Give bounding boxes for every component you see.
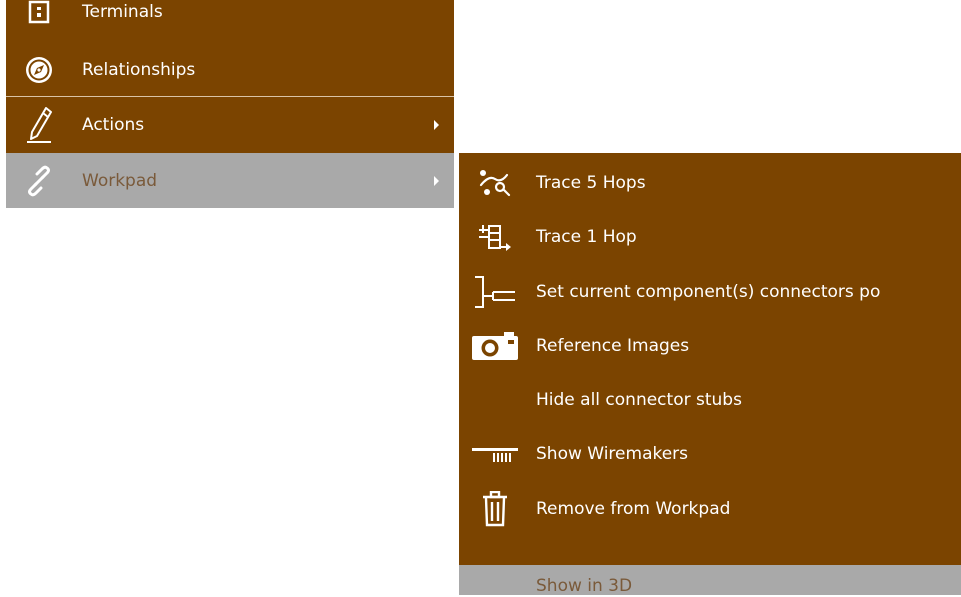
menu-item-label: Relationships xyxy=(82,60,196,80)
menu-item-label: Terminals xyxy=(82,2,163,22)
menu-item-workpad[interactable]: Workpad xyxy=(6,153,454,208)
workpad-submenu: Trace 5 Hops Trace 1 Hop Set current com… xyxy=(459,153,961,595)
menu-item-terminals[interactable]: Terminals xyxy=(6,0,454,34)
pencil-icon xyxy=(22,107,56,143)
menu-item-reference-images[interactable]: Reference Images xyxy=(459,319,961,373)
menu-item-label: Hide all connector stubs xyxy=(536,390,742,410)
trace-hop-icon xyxy=(469,219,521,255)
submenu-arrow-icon xyxy=(434,175,439,186)
menu-item-label: Trace 1 Hop xyxy=(536,227,637,247)
menu-item-hide-connector-stubs[interactable]: Hide all connector stubs xyxy=(459,373,961,427)
connector-position-icon xyxy=(469,274,521,310)
link-icon xyxy=(22,164,56,198)
menu-item-label: Remove from Workpad xyxy=(536,499,731,519)
menu-item-show-wiremakers[interactable]: Show Wiremakers xyxy=(459,427,961,481)
menu-item-label: Reference Images xyxy=(536,336,690,356)
menu-item-remove-from-workpad[interactable]: Remove from Workpad xyxy=(459,481,961,537)
submenu-arrow-icon xyxy=(434,120,439,130)
compass-icon xyxy=(22,53,56,87)
menu-item-label: Show Wiremakers xyxy=(536,444,689,464)
menu-item-actions[interactable]: Actions xyxy=(6,97,454,153)
trace-hops-icon xyxy=(469,165,521,201)
menu-item-label: Actions xyxy=(82,115,145,135)
menu-item-label: Set current component(s) connectors po xyxy=(536,282,881,302)
trash-icon xyxy=(469,491,521,527)
menu-item-relationships[interactable]: Relationships xyxy=(6,48,454,92)
menu-item-label: Workpad xyxy=(82,170,158,191)
menu-item-trace-5-hops[interactable]: Trace 5 Hops xyxy=(459,157,961,209)
menu-item-label: Trace 5 Hops xyxy=(536,173,646,193)
wiremaker-icon xyxy=(469,436,521,472)
terminal-icon xyxy=(22,0,56,29)
menu-item-set-connectors-position[interactable]: Set current component(s) connectors po xyxy=(459,265,961,319)
menu-item-label: Show in 3D xyxy=(536,576,633,595)
context-menu: Terminals Relationships Actions Workpad xyxy=(6,0,454,208)
menu-item-show-in-3d[interactable]: Show in 3D xyxy=(459,565,961,595)
camera-icon xyxy=(469,328,521,364)
menu-item-trace-1-hop[interactable]: Trace 1 Hop xyxy=(459,209,961,265)
